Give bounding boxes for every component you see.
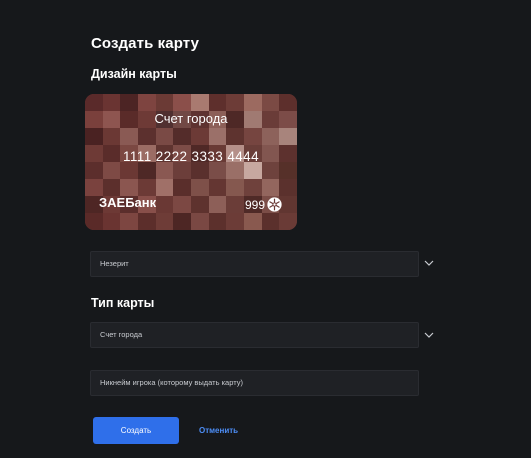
card-pattern-tile	[85, 179, 103, 196]
card-pattern-tile	[208, 196, 227, 213]
card-pattern-tile	[279, 179, 297, 196]
card-pattern-tile	[261, 179, 280, 196]
card-name-label: Счет города	[154, 111, 228, 126]
card-pattern-tile	[85, 213, 103, 230]
card-pattern-tile	[261, 94, 280, 111]
card-pattern-tile	[155, 162, 174, 179]
card-pattern-tile	[120, 213, 138, 230]
card-type-title: Тип карты	[91, 296, 155, 310]
card-pattern-tile	[155, 94, 174, 111]
card-pattern-tile	[243, 213, 262, 230]
card-pattern-tile	[226, 94, 244, 111]
material-select[interactable]: Незерит	[90, 251, 419, 277]
page-title: Создать карту	[91, 35, 200, 52]
card-pattern-tile	[120, 162, 138, 179]
card-pattern-tile	[226, 162, 244, 179]
card-pattern-tile	[102, 162, 121, 179]
card-number: 1111 2222 3333 4444	[123, 149, 259, 164]
player-nickname-input[interactable]: Никнейм игрока (которому выдать карту)	[90, 370, 419, 396]
card-pattern-tile	[208, 162, 227, 179]
card-pattern-tile	[279, 128, 297, 145]
card-pattern-tile	[261, 162, 280, 179]
card-pattern-tile	[155, 128, 174, 145]
card-pattern-tile	[173, 213, 191, 230]
card-pattern-tile	[137, 213, 156, 230]
card-pattern-tile	[173, 94, 191, 111]
card-pattern-tile	[85, 128, 103, 145]
card-pattern-tile	[243, 94, 262, 111]
card-pattern-tile	[208, 213, 227, 230]
card-pattern-tile	[173, 162, 191, 179]
card-pattern-tile	[137, 128, 156, 145]
card-pattern-tile	[137, 94, 156, 111]
card-pattern-tile	[190, 162, 209, 179]
card-pattern-tile	[120, 128, 138, 145]
card-pattern-tile	[279, 213, 297, 230]
card-pattern-tile	[173, 196, 191, 213]
card-pattern-tile	[261, 128, 280, 145]
card-pattern-tile	[190, 196, 209, 213]
card-pattern-tile	[226, 128, 244, 145]
card-pattern-tile	[279, 162, 297, 179]
card-pattern-tile	[190, 213, 209, 230]
card-design-title: Дизайн карты	[91, 67, 177, 81]
card-pattern-tile	[279, 94, 297, 111]
card-pattern-tile	[102, 94, 121, 111]
card-pattern-tile	[155, 196, 174, 213]
card-pattern-tile	[102, 213, 121, 230]
card-pattern-tile	[102, 179, 121, 196]
card-pattern-tile	[261, 213, 280, 230]
card-pattern-tile	[173, 128, 191, 145]
chevron-down-icon[interactable]	[424, 332, 434, 338]
card-pattern-tile	[226, 196, 244, 213]
card-pattern-tile	[102, 128, 121, 145]
chevron-down-icon[interactable]	[424, 260, 434, 266]
card-preview: Счет города 1111 2222 3333 4444 ЗАЕБанк …	[85, 94, 297, 230]
card-pattern-tile	[243, 128, 262, 145]
card-pattern-tile	[85, 94, 103, 111]
snowflake-icon	[267, 197, 282, 212]
create-button[interactable]: Создать	[93, 417, 179, 444]
card-pattern-tile	[120, 94, 138, 111]
card-pattern-tile	[208, 94, 227, 111]
card-pattern-tile	[137, 179, 156, 196]
card-pattern-tile	[243, 162, 262, 179]
cancel-button[interactable]: Отменить	[199, 426, 238, 435]
card-pattern-tile	[120, 179, 138, 196]
card-pattern-tile	[190, 179, 209, 196]
card-pattern-tile	[155, 179, 174, 196]
card-pattern-tile	[85, 162, 103, 179]
card-code: 999	[244, 198, 265, 212]
card-pattern-tile	[243, 179, 262, 196]
card-pattern-tile	[226, 179, 244, 196]
card-pattern-tile	[190, 128, 209, 145]
card-pattern-tile	[226, 213, 244, 230]
card-pattern-tile	[190, 94, 209, 111]
card-bank-name: ЗАЕБанк	[99, 195, 157, 210]
card-pattern-tile	[155, 213, 174, 230]
card-pattern-tile	[208, 128, 227, 145]
card-pattern-tile	[208, 179, 227, 196]
card-pattern-tile	[173, 179, 191, 196]
card-pattern-tile	[137, 162, 156, 179]
card-type-select[interactable]: Счет города	[90, 322, 419, 348]
